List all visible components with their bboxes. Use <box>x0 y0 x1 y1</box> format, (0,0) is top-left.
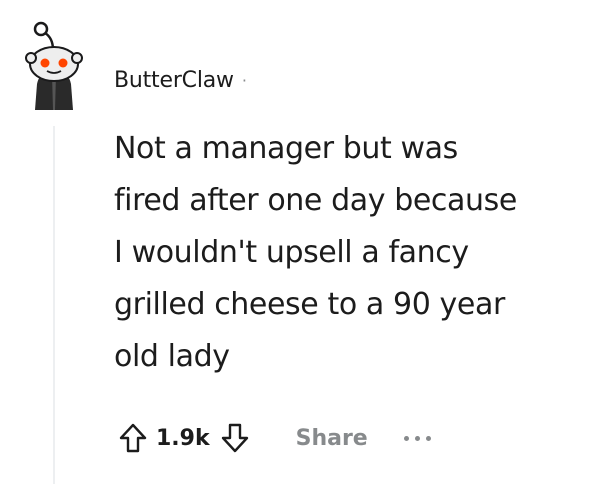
share-button[interactable]: Share <box>296 426 368 451</box>
thread-line[interactable] <box>53 126 55 484</box>
comment-header: ButterClaw · <box>114 64 247 96</box>
upvote-arrow-icon[interactable] <box>114 419 152 457</box>
more-options-icon[interactable] <box>403 428 431 448</box>
separator-dot: · <box>241 70 247 90</box>
more-dot <box>414 435 420 441</box>
comment-body: Not a manager but was fired after one da… <box>114 131 517 374</box>
more-dot <box>403 435 409 441</box>
username-link[interactable]: ButterClaw <box>114 68 234 93</box>
downvote-arrow-icon[interactable] <box>216 419 254 457</box>
more-dot <box>425 435 431 441</box>
snoo-avatar-icon[interactable] <box>19 14 89 114</box>
comment-action-bar: 1.9k Share <box>114 418 431 458</box>
vote-score: 1.9k <box>156 425 210 451</box>
